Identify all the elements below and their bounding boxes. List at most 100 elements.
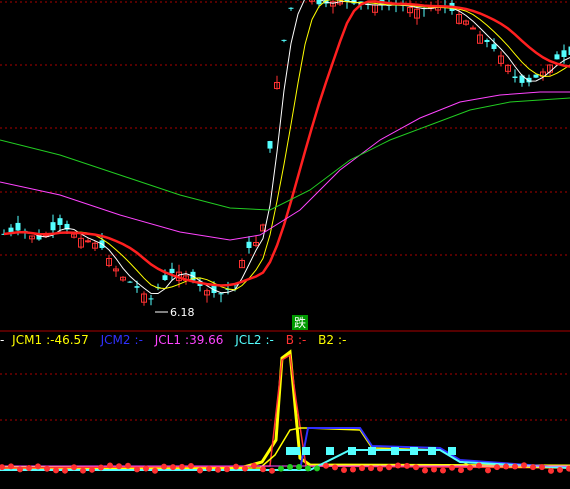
signal-dot <box>44 465 50 472</box>
signal-dot <box>35 463 41 470</box>
candle <box>288 7 294 11</box>
candle-body <box>169 268 175 273</box>
candle <box>512 69 518 83</box>
candle <box>253 235 259 248</box>
signal-dot <box>341 466 347 473</box>
signal-dot <box>431 466 437 473</box>
b-line <box>0 353 570 469</box>
moving-average-lines <box>0 0 570 295</box>
marker-square <box>368 447 376 455</box>
signal-label: 跌 <box>294 315 306 330</box>
signal-dot <box>521 462 527 469</box>
marker-square <box>326 447 334 455</box>
ma120-line <box>0 97 570 211</box>
ma20-line <box>3 0 570 287</box>
signal-dot <box>26 464 32 471</box>
marker-square <box>348 447 356 455</box>
candle <box>29 235 35 243</box>
stock-chart: 6.18 跌 <box>0 0 570 474</box>
signal-dot <box>440 467 446 474</box>
candle <box>183 270 189 285</box>
legend-jcm1: JCM1:-46.57 <box>12 333 89 347</box>
signal-dot <box>494 464 500 471</box>
signal-dot <box>485 467 491 474</box>
candle-body <box>267 141 273 149</box>
signal-dot <box>377 465 383 472</box>
signal-dot <box>215 466 221 473</box>
candle-body <box>218 293 224 295</box>
signal-dot <box>62 467 68 474</box>
signal-dot <box>323 462 329 469</box>
legend-b: B:- <box>285 333 307 347</box>
signal-dot <box>17 466 23 473</box>
signal-dot <box>557 466 563 473</box>
signal-dot <box>404 462 410 469</box>
candle-body <box>533 74 539 78</box>
signal-dot <box>539 464 545 471</box>
candle-body <box>288 7 294 9</box>
candle <box>498 51 504 67</box>
candle-body <box>127 281 133 283</box>
signal-dot <box>206 465 212 472</box>
jcm1-line <box>0 349 570 470</box>
legend-jcm2: JCM2:- <box>100 333 143 347</box>
signal-dot <box>8 463 14 470</box>
candle <box>470 25 476 30</box>
candle-body <box>57 218 63 225</box>
candle <box>113 265 119 277</box>
candle <box>239 258 245 269</box>
candle <box>246 236 252 254</box>
candle-body <box>484 40 490 42</box>
signal-dot <box>314 465 320 472</box>
marker-square <box>302 447 310 455</box>
candle-body <box>148 298 154 300</box>
indicator-legend: - JCM1:-46.57 JCM2:- JCL1:39.66 JCL2:- B… <box>0 333 354 349</box>
candle-body <box>512 76 518 78</box>
candle-body <box>15 222 21 231</box>
legend-jcl2: JCL2:- <box>235 333 274 347</box>
legend-b2: B2:- <box>318 333 347 347</box>
signal-dot <box>89 466 95 473</box>
signal-dot <box>296 464 302 471</box>
candle <box>463 19 469 26</box>
signal-dot <box>359 465 365 472</box>
signal-dot <box>233 463 239 470</box>
signal-dot <box>152 467 158 474</box>
candle <box>274 75 280 90</box>
signal-dot <box>242 465 248 472</box>
candle-body <box>316 0 322 5</box>
candle <box>148 294 154 306</box>
signal-dot <box>251 462 257 469</box>
marker-square <box>391 447 399 455</box>
marker-square <box>448 447 456 455</box>
candle <box>106 254 112 268</box>
candle <box>330 0 336 14</box>
candle <box>218 292 224 303</box>
signal-dot <box>332 464 338 471</box>
signal-dot <box>395 462 401 469</box>
annotations: 6.18 跌 <box>155 306 308 330</box>
signal-dot <box>179 463 185 470</box>
candle <box>169 262 175 280</box>
candle <box>204 288 210 303</box>
signal-dot <box>413 464 419 471</box>
low-price-label: 6.18 <box>170 306 195 319</box>
signal-dot <box>134 466 140 473</box>
signal-dot <box>98 464 104 471</box>
signal-dot <box>350 466 356 473</box>
signal-dot <box>503 463 509 470</box>
signal-dot <box>269 467 275 474</box>
signal-dot <box>449 464 455 471</box>
signal-dot <box>458 467 464 474</box>
legend-jcl1: JCL1:39.66 <box>154 333 224 347</box>
signal-dot <box>278 465 284 472</box>
signal-dot <box>197 467 203 474</box>
signal-dot <box>386 464 392 471</box>
candle-body <box>162 275 168 280</box>
candle <box>281 39 287 43</box>
candle <box>505 63 511 75</box>
signal-dot <box>161 463 167 470</box>
signal-dot <box>143 465 149 472</box>
ma10-line <box>3 0 570 291</box>
candle-body <box>8 227 14 233</box>
